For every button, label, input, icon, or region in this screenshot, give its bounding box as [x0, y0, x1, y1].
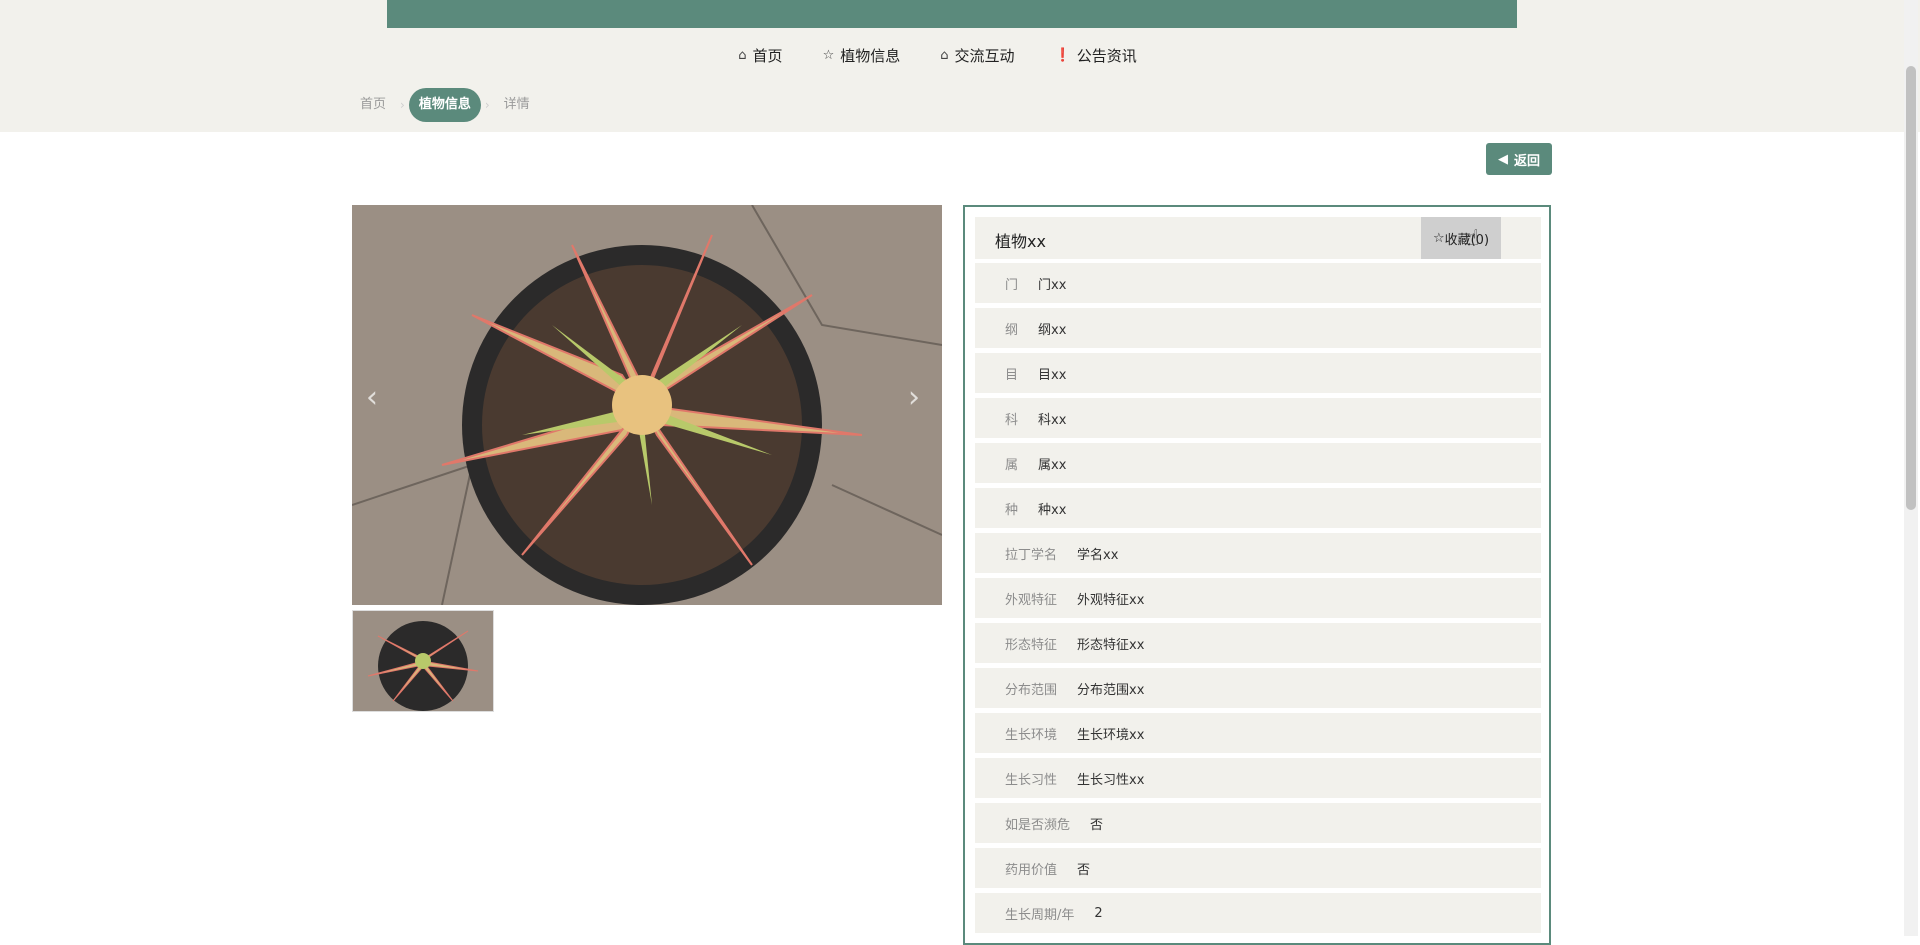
star-icon: ☆	[822, 47, 835, 63]
nav-label: 植物信息	[840, 46, 901, 65]
detail-row: 纲 纲xx	[975, 308, 1541, 348]
row-label: 药用价值	[1005, 862, 1058, 878]
row-value: 种xx	[1038, 502, 1067, 518]
detail-row: 拉丁学名 学名xx	[975, 533, 1541, 573]
back-button[interactable]: ◀ 返回	[1486, 143, 1552, 175]
detail-row: 药用价值 否	[975, 848, 1541, 888]
row-label: 生长环境	[1005, 727, 1058, 743]
detail-row: 科 科xx	[975, 398, 1541, 438]
detail-row: 生长环境 生长环境xx	[975, 713, 1541, 753]
row-value: 生长环境xx	[1077, 727, 1145, 743]
bag-icon: ⌂	[940, 47, 949, 63]
home-icon: ⌂	[738, 47, 747, 63]
row-label: 形态特征	[1005, 637, 1058, 653]
detail-row: 目 目xx	[975, 353, 1541, 393]
row-value: 纲xx	[1038, 322, 1067, 338]
row-label: 外观特征	[1005, 592, 1058, 608]
plant-title: 植物xx	[995, 232, 1046, 251]
row-label: 门	[1005, 277, 1019, 293]
detail-row: 分布范围 分布范围xx	[975, 668, 1541, 708]
row-value: 科xx	[1038, 412, 1067, 428]
detail-row: 形态特征 形态特征xx	[975, 623, 1541, 663]
carousel-next-icon[interactable]: ›	[908, 380, 920, 415]
breadcrumb-home[interactable]: 首页	[350, 88, 396, 122]
row-value: 否	[1077, 862, 1091, 878]
detail-header: 植物xx ☆ 收藏(0)	[975, 217, 1541, 259]
row-label: 科	[1005, 412, 1019, 428]
row-label: 属	[1005, 457, 1019, 473]
nav-label: 公告资讯	[1076, 46, 1137, 65]
row-value: 生长习性xx	[1077, 772, 1145, 788]
row-label: 如是否濒危	[1005, 817, 1071, 833]
alert-icon: ❗	[1054, 47, 1071, 63]
plant-thumbnail[interactable]	[352, 610, 494, 712]
row-value: 学名xx	[1077, 547, 1119, 563]
detail-row: 生长周期/年 2	[975, 893, 1541, 933]
row-value: 否	[1090, 817, 1104, 833]
plant-image	[352, 205, 942, 605]
row-label: 纲	[1005, 322, 1019, 338]
carousel-prev-icon[interactable]: ‹	[366, 380, 378, 415]
detail-row: 种 种xx	[975, 488, 1541, 528]
row-value: 目xx	[1038, 367, 1067, 383]
breadcrumb-separator: ›	[484, 98, 490, 112]
detail-row: 属 属xx	[975, 443, 1541, 483]
detail-row: 生长习性 生长习性xx	[975, 758, 1541, 798]
row-label: 目	[1005, 367, 1019, 383]
back-label: 返回	[1513, 153, 1540, 169]
row-label: 分布范围	[1005, 682, 1058, 698]
nav-item-announcements[interactable]: ❗ 公告资讯	[1055, 42, 1137, 68]
row-value: 属xx	[1038, 457, 1067, 473]
breadcrumb-detail: 详情	[503, 97, 530, 112]
scrollbar-thumb[interactable]	[1906, 66, 1916, 510]
thumbnail-image	[353, 611, 493, 711]
detail-rows: 门 门xx 纲 纲xx 目 目xx 科 科xx 属 属xx 种 种xx 拉丁学名 学名xx 外…	[975, 263, 1541, 938]
plant-detail-panel: 植物xx ☆ 收藏(0) 门门xx 纲纲xx 目目xx 科科xx 属属xx 种种…	[963, 205, 1551, 945]
nav-item-plant-info[interactable]: ☆ 植物信息	[823, 42, 901, 68]
caret-left-icon: ◀	[1497, 151, 1508, 167]
plant-image-carousel[interactable]	[352, 205, 942, 605]
nav-item-home[interactable]: ⌂ 首页	[738, 42, 782, 68]
nav-item-interaction[interactable]: ⌂ 交流互动	[940, 42, 1014, 68]
breadcrumb-plant-info[interactable]: 植物信息	[408, 88, 481, 122]
row-label: 生长习性	[1005, 772, 1058, 788]
header-banner	[387, 0, 1517, 28]
hand-cursor-icon: ☝	[1466, 226, 1480, 251]
detail-row: 外观特征 外观特征xx	[975, 578, 1541, 618]
star-outline-icon: ☆	[1432, 230, 1445, 246]
row-value: 分布范围xx	[1077, 682, 1145, 698]
breadcrumb: 首页 › 植物信息 › 详情	[350, 88, 540, 122]
row-label: 生长周期/年	[1005, 907, 1075, 923]
detail-row: 门 门xx	[975, 263, 1541, 303]
row-label: 种	[1005, 502, 1019, 518]
row-label: 拉丁学名	[1005, 547, 1058, 563]
main-nav: ⌂ 首页 ☆ 植物信息 ⌂ 交流互动 ❗ 公告资讯	[0, 42, 1920, 68]
row-value: 外观特征xx	[1077, 592, 1145, 608]
breadcrumb-separator: ›	[400, 98, 405, 112]
row-value: 2	[1094, 905, 1103, 921]
nav-label: 首页	[752, 46, 783, 65]
row-value: 门xx	[1038, 277, 1067, 293]
nav-label: 交流互动	[954, 46, 1015, 65]
page-scrollbar[interactable]	[1904, 0, 1918, 936]
detail-row: 如是否濒危 否	[975, 803, 1541, 843]
row-value: 形态特征xx	[1077, 637, 1145, 653]
favorite-button[interactable]: ☆ 收藏(0)	[1421, 217, 1501, 259]
